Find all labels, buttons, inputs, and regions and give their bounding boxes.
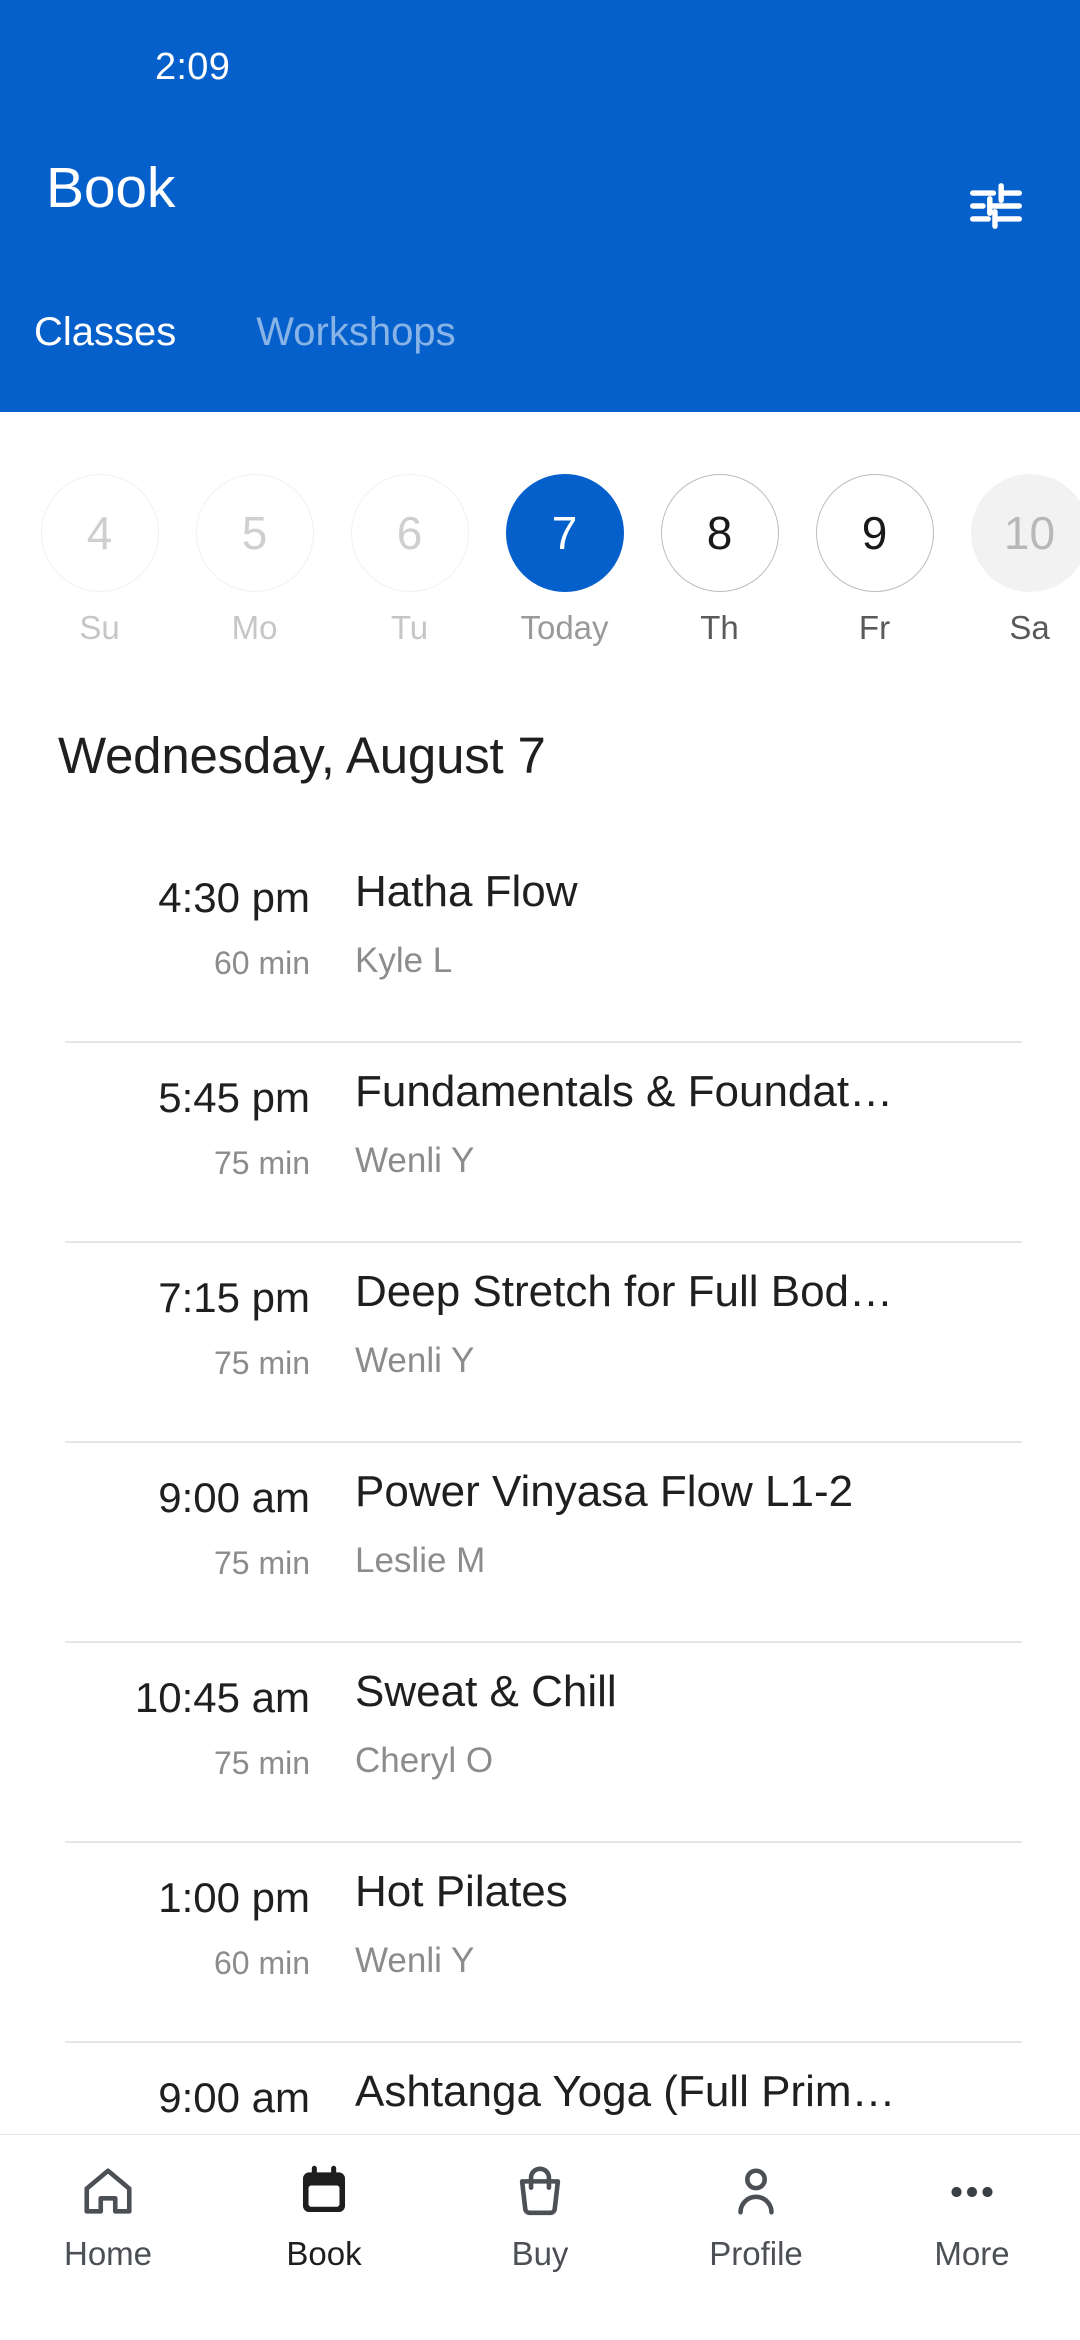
calendar-icon — [295, 2161, 353, 2223]
date-weekday-label: Th — [700, 609, 739, 646]
class-name: Sweat & Chill — [355, 1669, 617, 1716]
class-start-time: 5:45 pm — [158, 1074, 310, 1121]
class-start-time: 10:45 am — [134, 1674, 310, 1721]
date-circle[interactable]: 6 — [350, 474, 469, 592]
class-row[interactable]: 7:15 pm 75 min Deep Stretch for Full Bod… W… — [0, 1241, 1080, 1441]
class-row[interactable]: 9:00 am Ashtanga Yoga (Full Prim… — [0, 2041, 1080, 2134]
class-time-column: 1:00 pm 60 min — [65, 1841, 310, 1981]
schedule-content: Wednesday, August 7 4:30 pm 60 min Hatha F… — [0, 662, 1080, 2134]
class-duration: 60 min — [213, 945, 310, 981]
date-circle[interactable]: 9 — [815, 474, 934, 592]
class-info-column: Power Vinyasa Flow L1-2 Leslie M — [310, 1441, 1022, 1578]
class-start-time: 9:00 am — [158, 1474, 310, 1521]
date-weekday-label: Mo — [231, 609, 278, 646]
class-instructor: Wenli Y — [355, 1941, 475, 1981]
class-instructor: Wenli Y — [355, 1341, 475, 1381]
class-duration: 75 min — [213, 1745, 310, 1781]
person-icon — [727, 2161, 785, 2223]
class-start-time: 4:30 pm — [158, 874, 310, 921]
bag-icon — [511, 2161, 569, 2223]
date-strip[interactable]: 4 Su 5 Mo 6 Tu 7 Today 8 Th 9 Fr 10 Sa — [0, 412, 1080, 662]
tune-icon — [965, 175, 1027, 237]
nav-item-label: Home — [63, 2235, 153, 2272]
class-row[interactable]: 5:45 pm 75 min Fundamentals & Foundat… Wenl… — [0, 1041, 1080, 1241]
nav-item-label: Profile — [709, 2235, 803, 2272]
class-name: Hatha Flow — [355, 869, 578, 916]
date-cell-5[interactable]: 5 Mo — [177, 412, 332, 644]
class-time-column: 5:45 pm 75 min — [65, 1041, 310, 1181]
date-cell-9[interactable]: 9 Fr — [797, 412, 952, 644]
nav-item-book[interactable]: Book — [216, 2135, 432, 2270]
class-start-time: 1:00 pm — [158, 1874, 310, 1921]
date-circle[interactable]: 5 — [195, 474, 314, 592]
date-weekday-label: Fr — [858, 609, 891, 646]
class-instructor: Kyle L — [355, 941, 453, 981]
class-info-column: Ashtanga Yoga (Full Prim… — [310, 2041, 1022, 2134]
nav-item-label: Buy — [511, 2235, 569, 2272]
date-circle[interactable]: 10 — [970, 474, 1080, 592]
nav-item-home[interactable]: Home — [0, 2135, 216, 2270]
class-name: Hot Pilates — [355, 1869, 568, 1916]
class-list: 4:30 pm 60 min Hatha Flow Kyle L 5:45 pm 75 m… — [0, 841, 1080, 2134]
class-time-column: 10:45 am 75 min — [65, 1641, 310, 1781]
class-row[interactable]: 4:30 pm 60 min Hatha Flow Kyle L — [0, 841, 1080, 1041]
class-time-column: 7:15 pm 75 min — [65, 1241, 310, 1381]
date-cell-7[interactable]: 7 Today — [487, 412, 642, 644]
status-bar: 2:09 — [0, 0, 1080, 112]
class-info-column: Sweat & Chill Cheryl O — [310, 1641, 1022, 1778]
nav-item-label: More — [934, 2235, 1010, 2272]
class-row[interactable]: 10:45 am 75 min Sweat & Chill Cheryl O — [0, 1641, 1080, 1841]
date-strip-row: 4 Su 5 Mo 6 Tu 7 Today 8 Th 9 Fr 10 Sa — [22, 412, 1080, 644]
class-time-column: 9:00 am 75 min — [65, 1441, 310, 1581]
class-instructor: Cheryl O — [355, 1741, 494, 1781]
class-name: Ashtanga Yoga (Full Prim… — [355, 2069, 896, 2116]
class-instructor: Wenli Y — [355, 1141, 475, 1181]
nav-item-label: Book — [286, 2235, 362, 2272]
filter-button[interactable] — [948, 158, 1044, 254]
class-instructor: Leslie M — [355, 1541, 486, 1581]
date-weekday-label: Sa — [1009, 609, 1050, 646]
class-name: Deep Stretch for Full Bod… — [355, 1269, 894, 1316]
class-duration: 60 min — [213, 1945, 310, 1981]
date-cell-10[interactable]: 10 Sa — [952, 412, 1080, 644]
date-cell-8[interactable]: 8 Th — [642, 412, 797, 644]
dots-icon — [943, 2161, 1001, 2223]
class-info-column: Hot Pilates Wenli Y — [310, 1841, 1022, 1978]
nav-item-buy[interactable]: Buy — [432, 2135, 648, 2270]
nav-item-profile[interactable]: Profile — [648, 2135, 864, 2270]
class-duration: 75 min — [213, 1145, 310, 1181]
class-info-column: Fundamentals & Foundat… Wenli Y — [310, 1041, 1022, 1178]
class-info-column: Deep Stretch for Full Bod… Wenli Y — [310, 1241, 1022, 1378]
date-cell-6[interactable]: 6 Tu — [332, 412, 487, 644]
tab-workshops[interactable]: Workshops — [256, 312, 455, 352]
tab-classes[interactable]: Classes — [34, 312, 176, 352]
page-title: Book — [46, 156, 176, 220]
class-duration: 75 min — [213, 1345, 310, 1381]
date-circle[interactable]: 7 — [505, 474, 624, 592]
class-info-column: Hatha Flow Kyle L — [310, 841, 1022, 978]
class-start-time: 7:15 pm — [158, 1274, 310, 1321]
class-duration: 75 min — [213, 1545, 310, 1581]
class-start-time: 9:00 am — [158, 2074, 310, 2121]
class-name: Power Vinyasa Flow L1-2 — [355, 1469, 854, 1516]
tab-bar: Classes Workshops — [0, 312, 456, 412]
class-name: Fundamentals & Foundat… — [355, 1069, 894, 1116]
class-time-column: 4:30 pm 60 min — [65, 841, 310, 981]
date-cell-4[interactable]: 4 Su — [22, 412, 177, 644]
date-weekday-label: Tu — [390, 609, 429, 646]
app-bar: 2:09 Book Classes Workshops — [0, 0, 1080, 412]
class-time-column: 9:00 am — [65, 2041, 310, 2134]
date-weekday-label: Today — [520, 609, 609, 646]
date-circle[interactable]: 4 — [40, 474, 159, 592]
status-bar-clock: 2:09 — [155, 46, 231, 88]
bottom-navigation-bar: Home Book Buy Profile More — [0, 2134, 1080, 2340]
class-row[interactable]: 9:00 am 75 min Power Vinyasa Flow L1-2 Lesl… — [0, 1441, 1080, 1641]
class-row[interactable]: 1:00 pm 60 min Hot Pilates Wenli Y — [0, 1841, 1080, 2041]
home-icon — [79, 2161, 137, 2223]
date-weekday-label: Su — [79, 609, 120, 646]
schedule-date-heading: Wednesday, August 7 — [58, 727, 546, 784]
date-circle[interactable]: 8 — [660, 474, 779, 592]
nav-item-more[interactable]: More — [864, 2135, 1080, 2270]
